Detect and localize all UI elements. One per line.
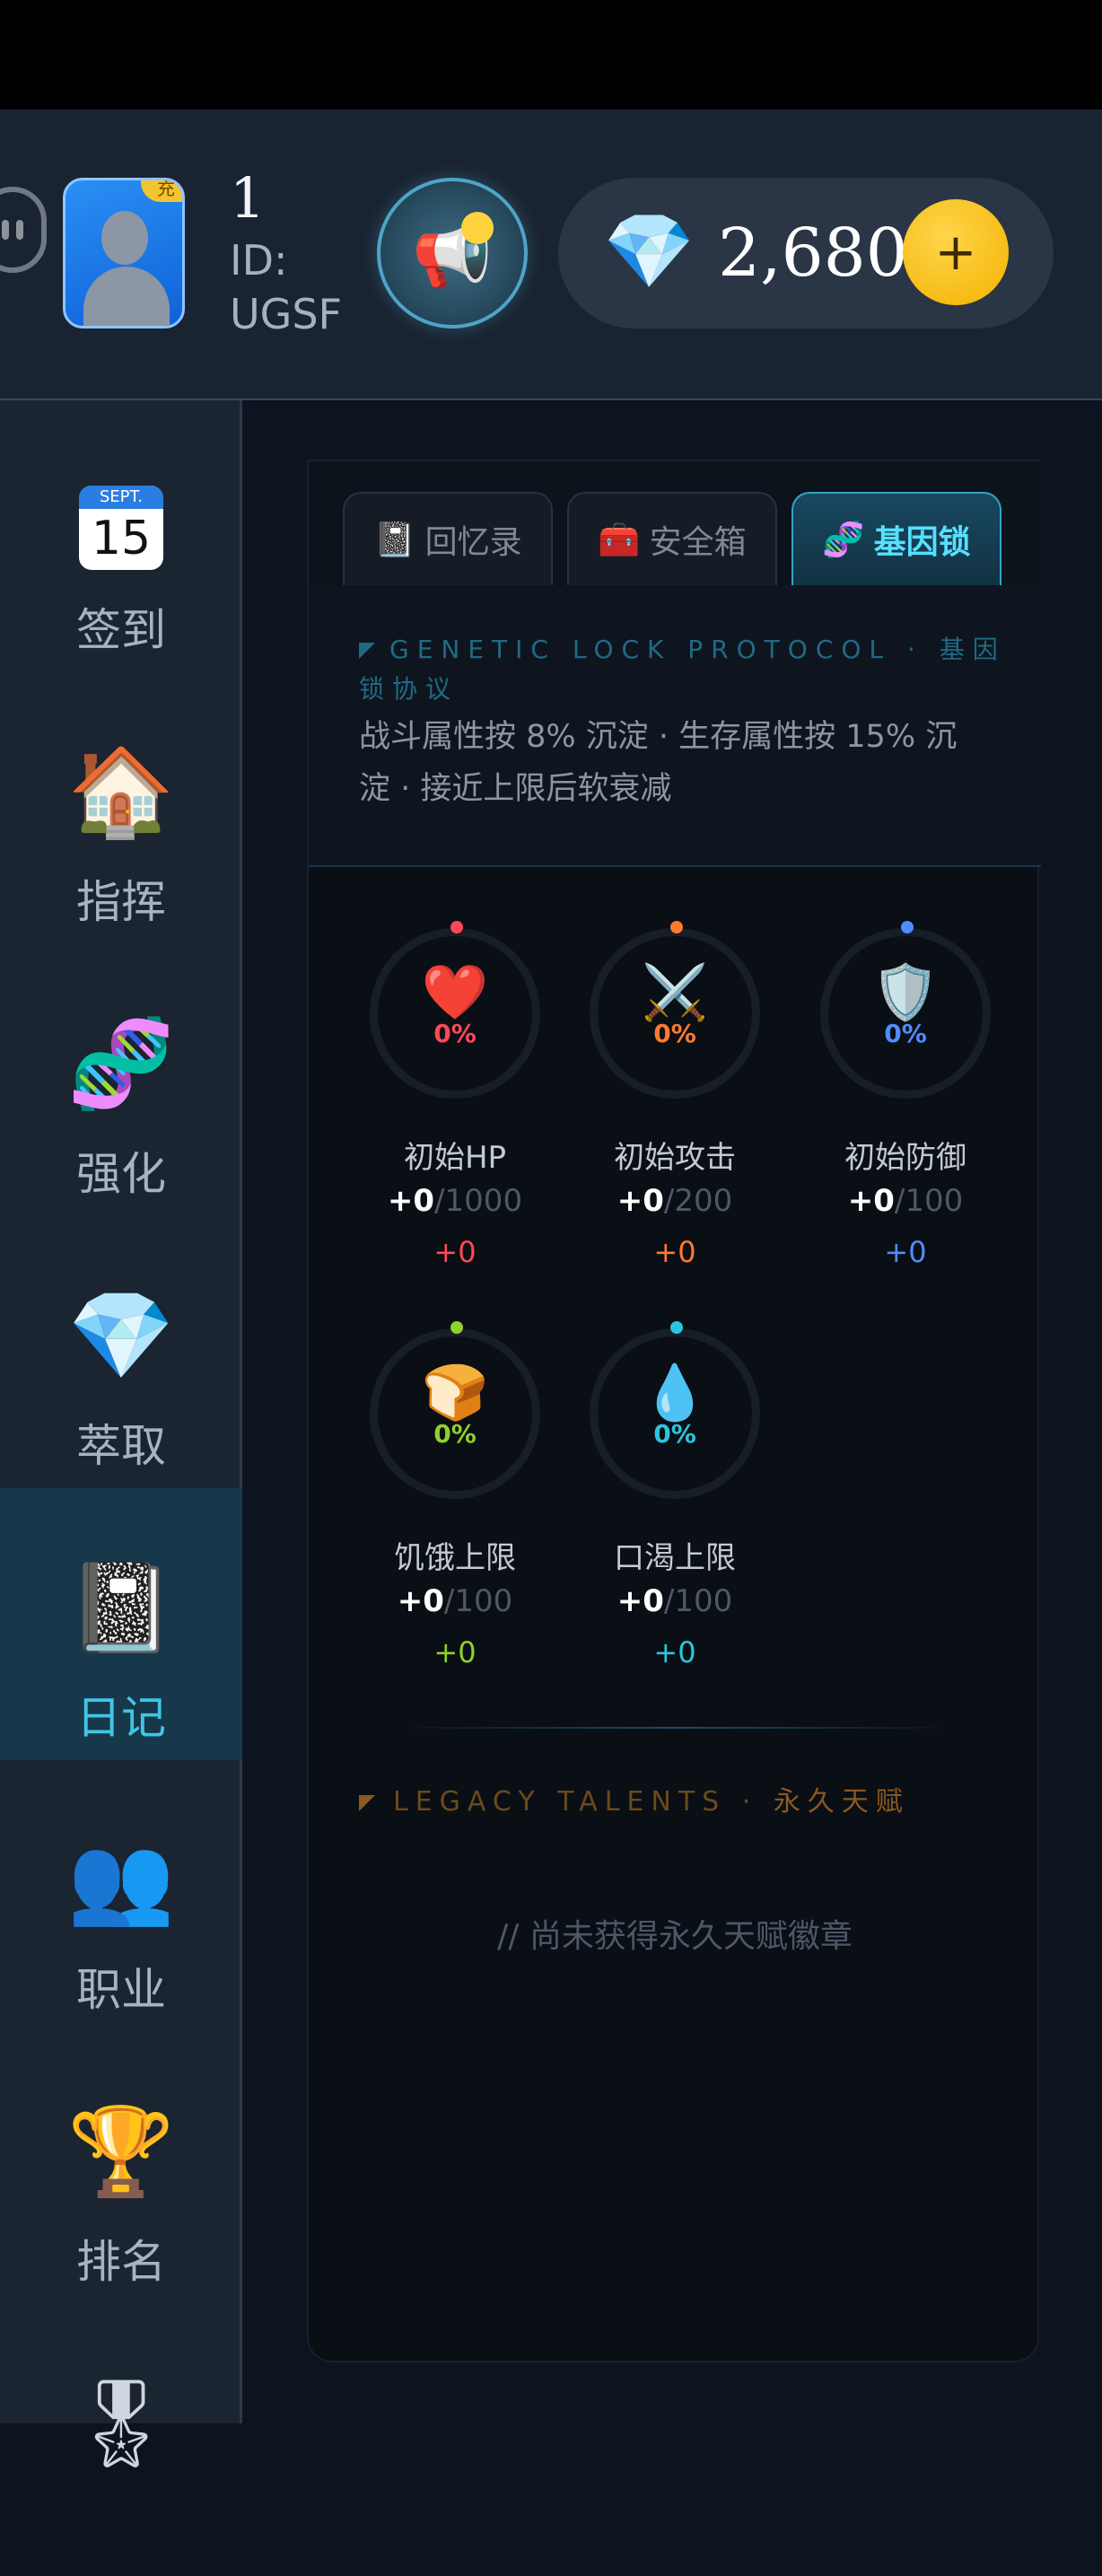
top-header: 充 1 ID: UGSF 📢 💎 2,680 + xyxy=(0,110,1102,400)
stat-value: +0/100 xyxy=(847,1183,964,1219)
tab-genetic-lock[interactable]: 🧬 基因锁 xyxy=(792,492,1001,585)
progress-ring: 🍞 0% xyxy=(370,1321,540,1499)
progress-ring: 💧 0% xyxy=(590,1321,760,1499)
shield-icon: 🛡️ xyxy=(871,961,940,1024)
stat-value: +0/200 xyxy=(617,1183,733,1219)
add-gems-button[interactable]: + xyxy=(903,199,1009,305)
stat-bonus: +0 xyxy=(653,1635,696,1669)
sidebar-item-more[interactable]: 🎖 xyxy=(0,2304,242,2576)
stat-value: +0/100 xyxy=(397,1583,513,1619)
stat-bonus: +0 xyxy=(653,1235,696,1269)
people-icon: 👥 xyxy=(67,1829,175,1930)
sidebar-item-label: 职业 xyxy=(76,1964,166,2016)
stat-initial-defense: 🛡️ 0% 初始防御 +0/100 +0 xyxy=(802,921,1009,1305)
house-icon: 🏠 xyxy=(67,741,175,842)
trophy-icon: 🏆 xyxy=(67,2101,175,2202)
stat-name: 口渴上限 xyxy=(614,1540,736,1576)
toolbox-icon: 🧰 xyxy=(598,519,641,559)
dna-icon: 🧬 xyxy=(67,1013,175,1114)
stat-initial-attack: ⚔️ 0% 初始攻击 +0/200 +0 xyxy=(572,921,778,1305)
sidebar-item-checkin[interactable]: SEPT. 15 签到 xyxy=(0,400,242,672)
medal-icon: 🎖 xyxy=(66,2373,176,2474)
sidebar-item-extract[interactable]: 💎 萃取 xyxy=(0,1216,242,1488)
bread-icon: 🍞 xyxy=(421,1362,489,1424)
calendar-icon: SEPT. 15 xyxy=(79,486,163,570)
gem-icon: 💎 xyxy=(67,1285,175,1386)
sidebar-item-ranking[interactable]: 🏆 排名 xyxy=(0,2032,242,2304)
user-level: 1 xyxy=(230,165,266,231)
sidebar-item-label: 日记 xyxy=(76,1692,166,1744)
section-divider xyxy=(389,1727,964,1729)
sidebar-item-label: 强化 xyxy=(76,1148,166,1200)
progress-ring: 🛡️ 0% xyxy=(820,921,991,1099)
sidebar-item-label: 指挥 xyxy=(76,876,166,928)
stat-hunger-limit: 🍞 0% 饥饿上限 +0/100 +0 xyxy=(352,1321,558,1705)
notebook-icon: 📓 xyxy=(67,1557,175,1658)
progress-ring: ❤️ 0% xyxy=(370,921,540,1099)
sidebar-item-label: 排名 xyxy=(76,2236,166,2288)
status-bar xyxy=(0,0,1102,110)
sidebar-item-diary[interactable]: 📓 日记 xyxy=(0,1488,242,1760)
stat-bonus: +0 xyxy=(433,1235,477,1269)
gem-balance: 💎 2,680 + xyxy=(558,178,1054,329)
announcement-button[interactable]: 📢 xyxy=(377,178,528,329)
legacy-empty-message: // 尚未获得永久天赋徽章 xyxy=(497,1918,853,1955)
stat-initial-hp: ❤️ 0% 初始HP +0/1000 +0 xyxy=(352,921,558,1305)
tab-label: 回忆录 xyxy=(424,524,522,561)
tab-label: 安全箱 xyxy=(649,524,747,561)
stat-value: +0/100 xyxy=(617,1583,733,1619)
stat-name: 初始HP xyxy=(403,1140,507,1176)
user-id: ID: UGSF xyxy=(230,236,342,338)
sidebar-item-label: 萃取 xyxy=(76,1420,166,1472)
stat-name: 初始攻击 xyxy=(614,1140,736,1176)
tab-label: 基因锁 xyxy=(873,524,971,561)
swords-icon: ⚔️ xyxy=(641,961,709,1024)
diary-panel: 📓 回忆录 🧰 安全箱 🧬 基因锁 GENETIC LOCK PROTOCOL … xyxy=(307,460,1041,2362)
heart-icon: ❤️ xyxy=(421,961,489,1024)
stat-value: +0/1000 xyxy=(387,1183,523,1219)
stat-bonus: +0 xyxy=(433,1635,477,1669)
stat-name: 初始防御 xyxy=(844,1140,966,1176)
stat-thirst-limit: 💧 0% 口渴上限 +0/100 +0 xyxy=(572,1321,778,1705)
book-icon: 📓 xyxy=(373,519,416,559)
legacy-title: LEGACY TALENTS · 永久天赋 xyxy=(359,1779,910,1818)
sidebar-item-command[interactable]: 🏠 指挥 xyxy=(0,672,242,944)
stat-bonus: +0 xyxy=(884,1235,927,1269)
tab-memoir[interactable]: 📓 回忆录 xyxy=(343,492,553,585)
sidebar-item-label: 签到 xyxy=(76,604,166,656)
menu-toggle-button[interactable] xyxy=(0,187,47,273)
sidebar-item-enhance[interactable]: 🧬 强化 xyxy=(0,944,242,1216)
avatar[interactable]: 充 xyxy=(63,178,185,329)
stat-name: 饥饿上限 xyxy=(394,1540,516,1576)
water-drop-icon: 💧 xyxy=(641,1362,709,1424)
sidebar: SEPT. 15 签到 🏠 指挥 🧬 强化 💎 萃取 📓 日记 👥 职业 🏆 排… xyxy=(0,400,242,2473)
progress-ring: ⚔️ 0% xyxy=(590,921,760,1099)
notification-dot xyxy=(461,212,494,244)
protocol-section: GENETIC LOCK PROTOCOL · 基因锁协议 战斗属性按 8% 沉… xyxy=(309,585,1041,867)
sidebar-item-career[interactable]: 👥 职业 xyxy=(0,1760,242,2032)
tab-bar: 📓 回忆录 🧰 安全箱 🧬 基因锁 xyxy=(309,461,1041,585)
gem-icon: 💎 xyxy=(603,209,695,294)
protocol-title: GENETIC LOCK PROTOCOL · 基因锁协议 xyxy=(359,635,1006,704)
tab-safebox[interactable]: 🧰 安全箱 xyxy=(567,492,777,585)
protocol-description: 战斗属性按 8% 沉淀 · 生存属性按 15% 沉淀 · 接近上限后软衰减 xyxy=(359,719,958,807)
dna-icon: 🧬 xyxy=(822,519,865,559)
gem-count: 2,680 xyxy=(718,215,908,292)
recharge-badge: 充 xyxy=(141,180,182,202)
